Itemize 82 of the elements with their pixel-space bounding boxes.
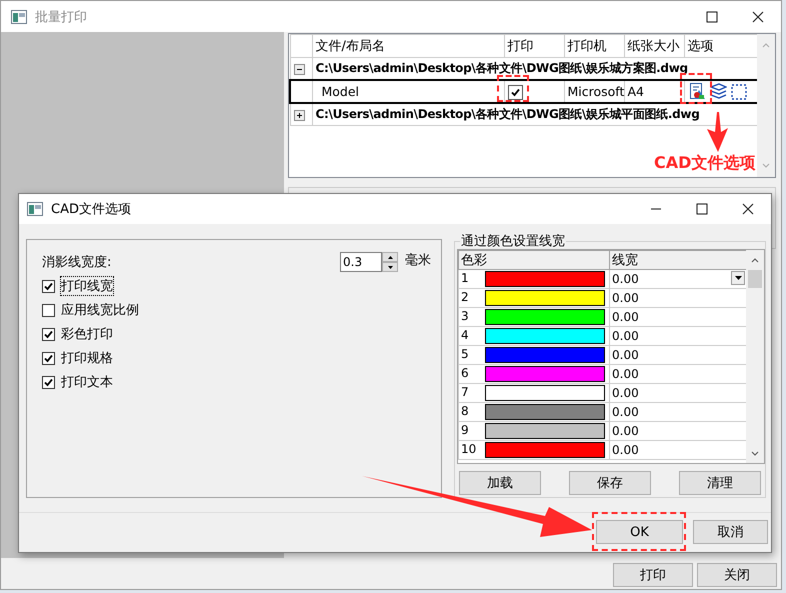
annotation-label: CAD文件选项 [654,153,756,174]
column-header: 线宽 [610,250,746,270]
close-icon[interactable] [742,203,754,215]
expand-icon[interactable] [294,110,304,122]
checkmark-icon [44,330,53,338]
window-icon [11,10,27,24]
maximize-icon[interactable] [696,203,708,215]
dialog-title: CAD文件选项 [51,201,132,218]
checkbox-label[interactable]: 打印线宽 [61,277,113,295]
table-cell[interactable]: 0.00 [612,272,639,286]
row-number: 2 [461,290,470,304]
layout-name[interactable]: Model [322,84,360,99]
dropdown-button[interactable] [731,271,745,285]
checkbox[interactable] [42,376,55,388]
checkbox[interactable] [42,304,55,316]
table-cell[interactable]: 0.00 [612,329,639,343]
dialog-button[interactable]: 加载 [459,471,541,495]
arrow [707,112,728,152]
table-cell: Microsoft [568,84,624,99]
dialog-button[interactable]: OK [596,520,683,544]
row-number: 9 [461,423,470,438]
row-number: 5 [461,347,470,362]
selection-icon[interactable] [730,84,746,100]
highlight-frame [497,75,529,102]
options-icon[interactable] [688,83,706,100]
column-header: 纸张大小 [624,34,684,58]
caret-icon [734,276,742,280]
dialog-button[interactable]: 取消 [693,520,768,544]
row-number: 1 [461,271,470,286]
checkbox-label[interactable]: 打印文本 [61,373,113,391]
layers-icon[interactable] [710,83,726,100]
dialog-button[interactable]: 保存 [569,471,651,495]
checkbox[interactable] [42,280,55,292]
dialog-button[interactable]: 打印 [613,563,693,587]
column-header: 色彩 [458,250,610,270]
checkmark-icon [44,282,53,290]
input-field[interactable]: 0.3 [340,252,382,272]
table-cell[interactable]: 0.00 [612,291,639,305]
checkmark-icon [44,354,53,362]
checkbox[interactable] [508,84,522,100]
window-title: 批量打印 [35,8,88,26]
table-cell: A4 [628,84,644,99]
spin-down-button[interactable] [382,262,398,272]
table-cell[interactable]: 0.00 [612,310,639,324]
checkbox[interactable] [42,352,55,364]
table-cell[interactable]: 0.00 [612,367,639,381]
table-cell[interactable]: 0.00 [612,386,639,400]
field-label: 消影线宽度: [42,254,112,271]
scrollbar-thumb[interactable] [748,270,762,288]
table-cell[interactable]: 0.00 [612,348,639,362]
collapse-icon[interactable] [294,64,304,76]
checkbox-label[interactable]: 彩色打印 [61,325,113,343]
row-number: 7 [461,385,470,400]
table-cell[interactable]: 0.00 [612,405,639,419]
scroll-up-icon[interactable] [750,256,760,264]
dialog-button[interactable]: 清理 [679,471,761,495]
dialog-button[interactable]: 关闭 [697,563,777,587]
checkbox[interactable] [42,328,55,340]
close-icon[interactable] [752,10,764,22]
row-number: 10 [461,442,477,456]
checkbox-label[interactable]: 打印规格 [61,349,113,367]
row-number: 4 [461,328,470,342]
checkbox-label[interactable]: 应用线宽比例 [61,301,139,319]
group-title: 通过颜色设置线宽 [460,232,566,250]
scroll-down-icon[interactable] [750,450,760,458]
down-arrow-icon [388,266,392,268]
maximize-icon[interactable] [706,10,718,22]
row-number: 6 [461,366,470,380]
column-header: 打印机 [564,34,624,58]
table-cell[interactable]: 0.00 [612,424,639,438]
window-icon [27,202,43,216]
highlight-frame [680,73,712,104]
checkmark-icon [510,88,520,97]
spin-up-button[interactable] [382,252,398,262]
column-header: 文件/布局名 [312,34,504,58]
up-arrow-icon [388,256,392,258]
checkmark-icon [44,378,53,386]
column-header: 打印 [504,34,564,58]
table-cell[interactable]: 0.00 [612,443,639,457]
row-number: 3 [461,309,470,324]
row-number: 8 [461,404,470,418]
unit-label: 毫米 [405,252,431,269]
